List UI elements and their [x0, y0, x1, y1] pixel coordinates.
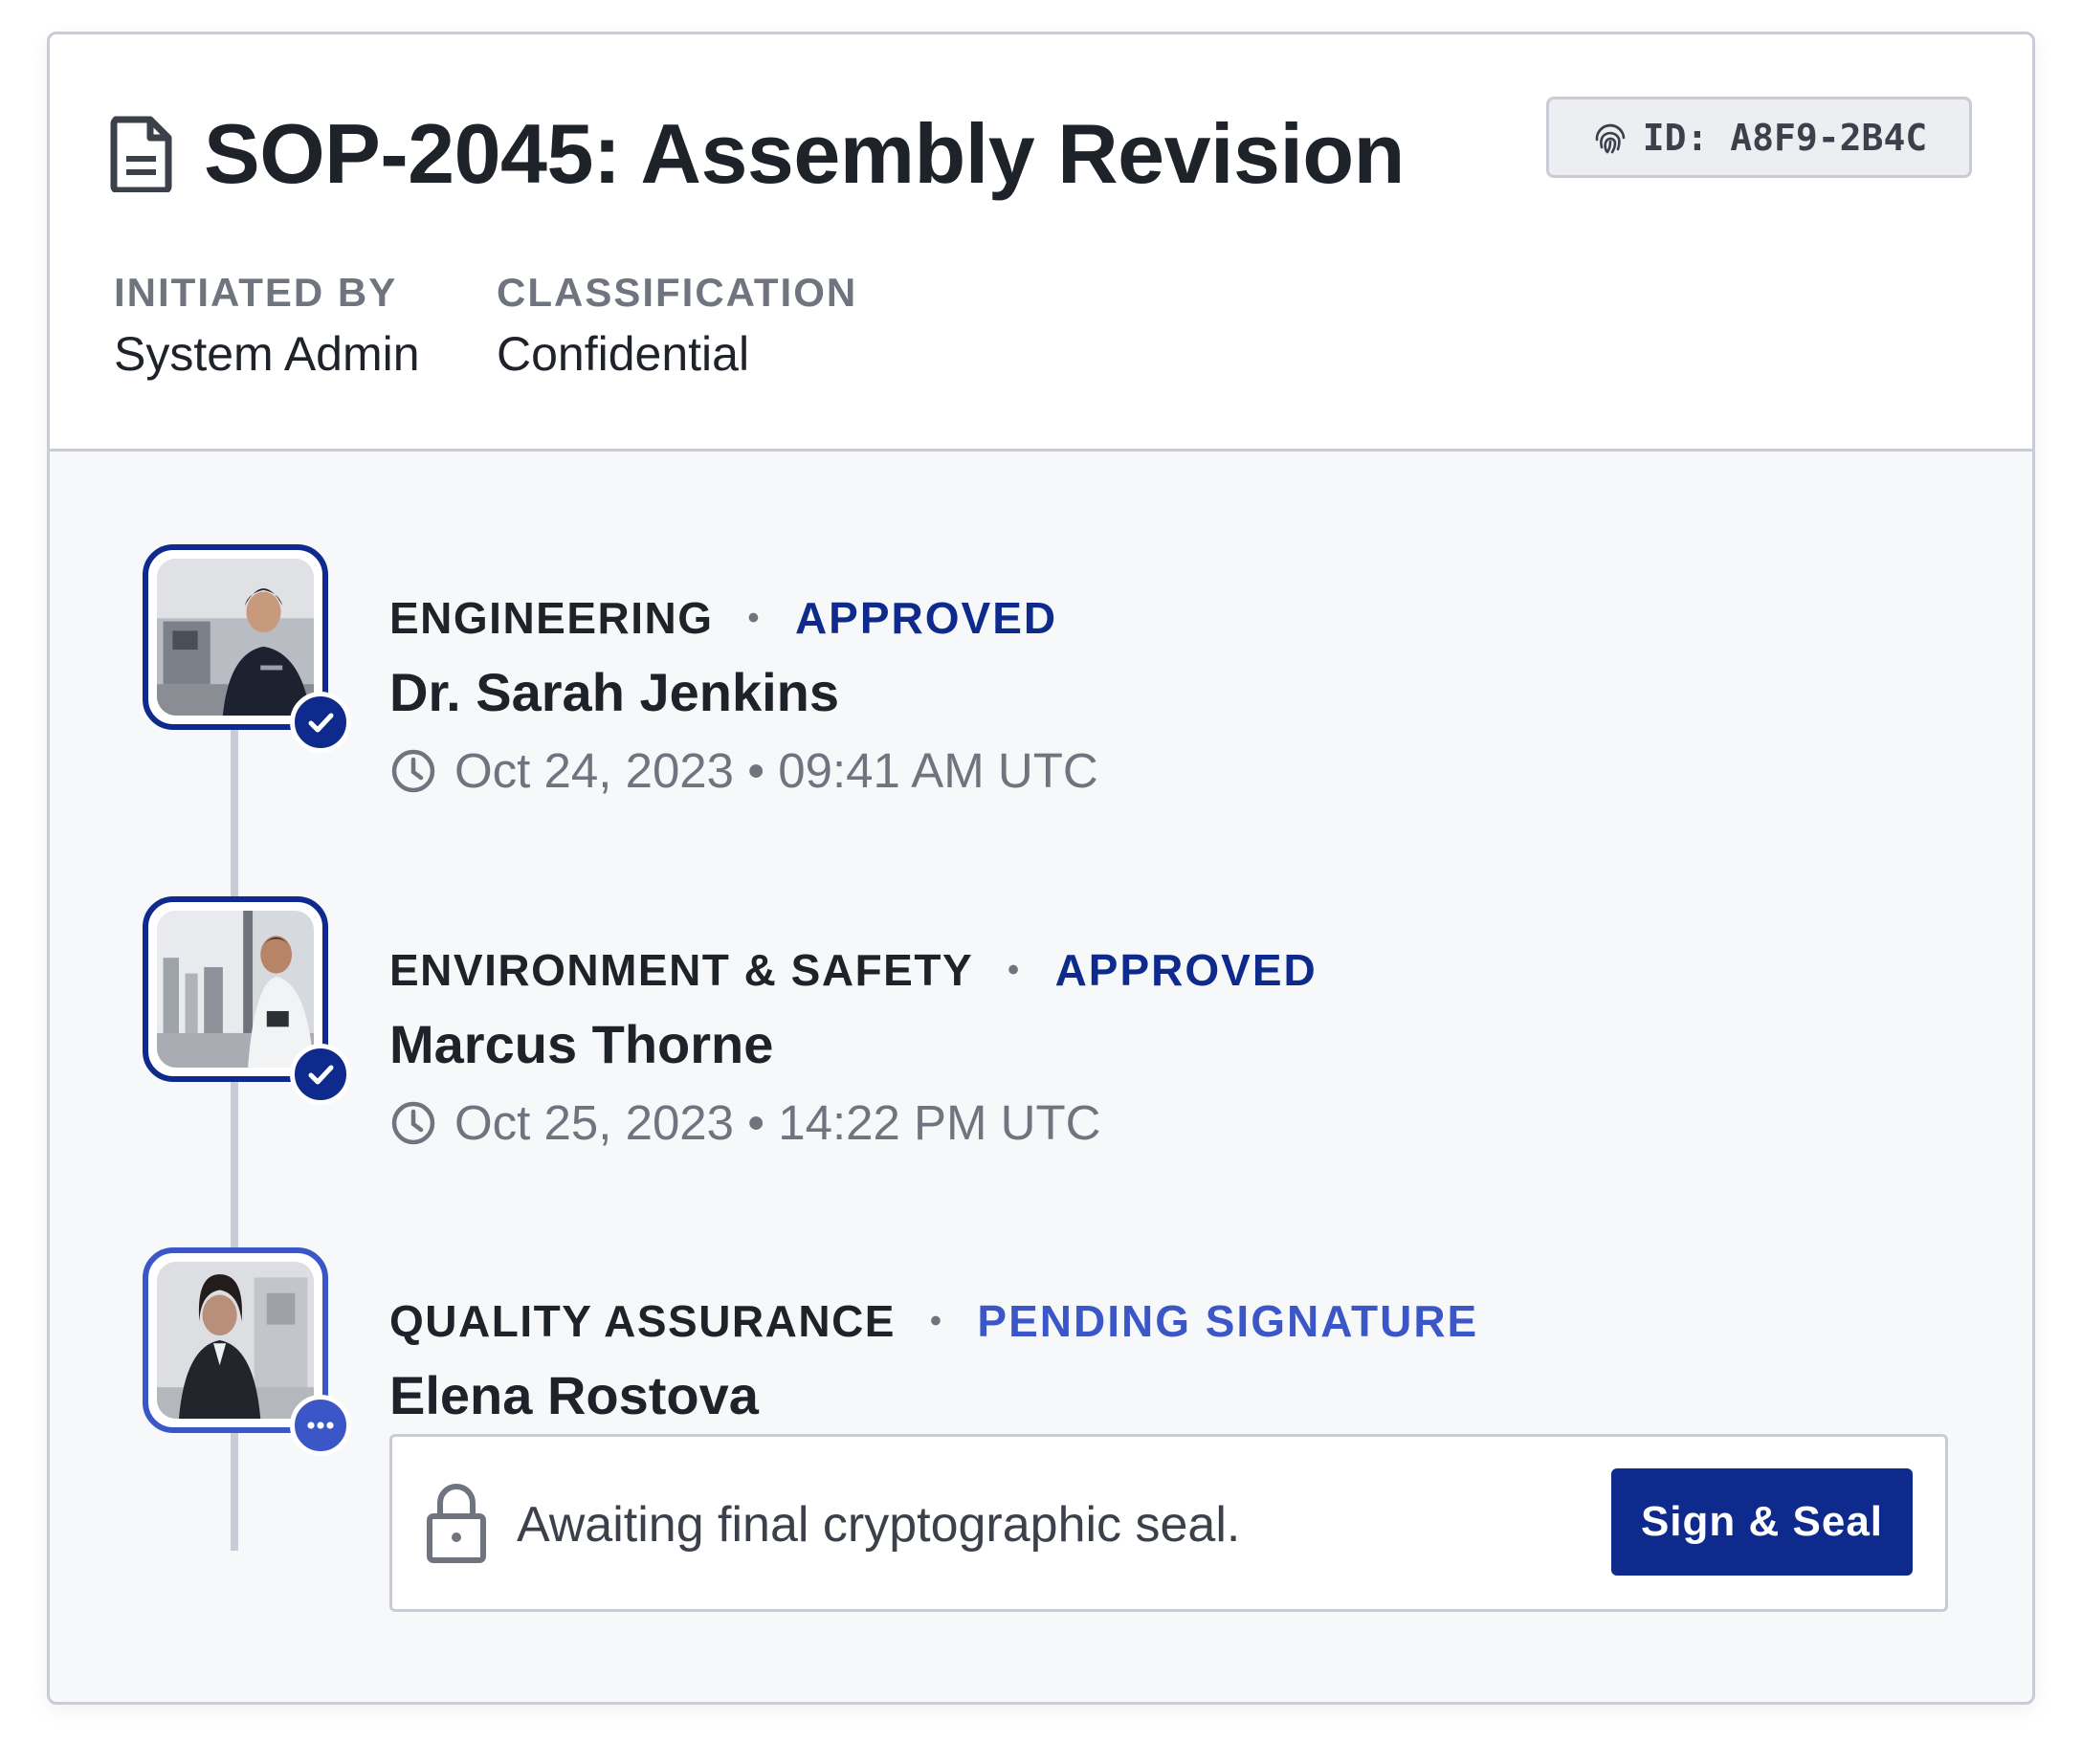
more-dots-icon: [307, 1422, 334, 1429]
document-header: SOP-2045: Assembly Revision ID: A8F9-2B4…: [50, 34, 2032, 452]
department-label: QUALITY ASSURANCE: [389, 1296, 896, 1346]
approval-step-header: ENVIRONMENT & SAFETY • APPROVED: [389, 944, 1318, 996]
classification-value: Confidential: [497, 327, 750, 381]
approval-card: SOP-2045: Assembly Revision ID: A8F9-2B4…: [47, 32, 2035, 1705]
fingerprint-icon: [1595, 123, 1626, 153]
avatar: [143, 1247, 351, 1456]
separator-dot: •: [1008, 951, 1021, 988]
approval-timestamp: Oct 25, 2023 • 14:22 PM UTC: [389, 1094, 1101, 1151]
avatar-photo: [157, 559, 314, 716]
avatar: [143, 544, 351, 753]
seal-message: Awaiting final cryptographic seal.: [517, 1497, 1241, 1553]
approved-status-badge: [290, 1044, 351, 1105]
check-icon: [308, 1065, 334, 1085]
clock-icon: [391, 749, 435, 792]
classification-label: CLASSIFICATION: [497, 270, 858, 315]
approval-step-header: ENGINEERING • APPROVED: [389, 592, 1057, 644]
status-label: PENDING SIGNATURE: [977, 1296, 1479, 1346]
timestamp-text: Oct 24, 2023 • 09:41 AM UTC: [454, 743, 1098, 798]
separator-dot: •: [929, 1302, 943, 1339]
timestamp-text: Oct 25, 2023 • 14:22 PM UTC: [454, 1095, 1101, 1150]
department-label: ENVIRONMENT & SAFETY: [389, 945, 974, 995]
pending-status-badge: [290, 1395, 351, 1456]
status-label: APPROVED: [794, 593, 1058, 643]
approved-status-badge: [290, 692, 351, 753]
check-icon: [308, 713, 334, 733]
lock-icon: [427, 1484, 486, 1563]
separator-dot: •: [747, 599, 761, 636]
avatar-photo: [157, 1262, 314, 1419]
status-label: APPROVED: [1054, 945, 1318, 995]
approval-step-header: QUALITY ASSURANCE • PENDING SIGNATURE: [389, 1295, 1478, 1347]
approval-timestamp: Oct 24, 2023 • 09:41 AM UTC: [389, 742, 1098, 799]
clock-icon: [391, 1101, 435, 1144]
avatar: [143, 896, 351, 1105]
initiated-by-label: INITIATED BY: [114, 270, 398, 315]
seal-panel: Awaiting final cryptographic seal. Sign …: [389, 1434, 1948, 1612]
document-icon: [110, 116, 172, 192]
approver-name: Elena Rostova: [389, 1365, 759, 1425]
document-id-badge[interactable]: ID: A8F9-2B4C: [1546, 97, 1972, 178]
initiated-by-value: System Admin: [114, 327, 420, 381]
avatar-photo: [157, 911, 314, 1068]
page-title: SOP-2045: Assembly Revision: [204, 106, 1405, 201]
document-id-text: ID: A8F9-2B4C: [1642, 116, 1928, 159]
department-label: ENGINEERING: [389, 593, 714, 643]
sign-and-seal-button[interactable]: Sign & Seal: [1611, 1468, 1913, 1576]
approver-name: Dr. Sarah Jenkins: [389, 662, 840, 722]
approver-name: Marcus Thorne: [389, 1014, 774, 1074]
